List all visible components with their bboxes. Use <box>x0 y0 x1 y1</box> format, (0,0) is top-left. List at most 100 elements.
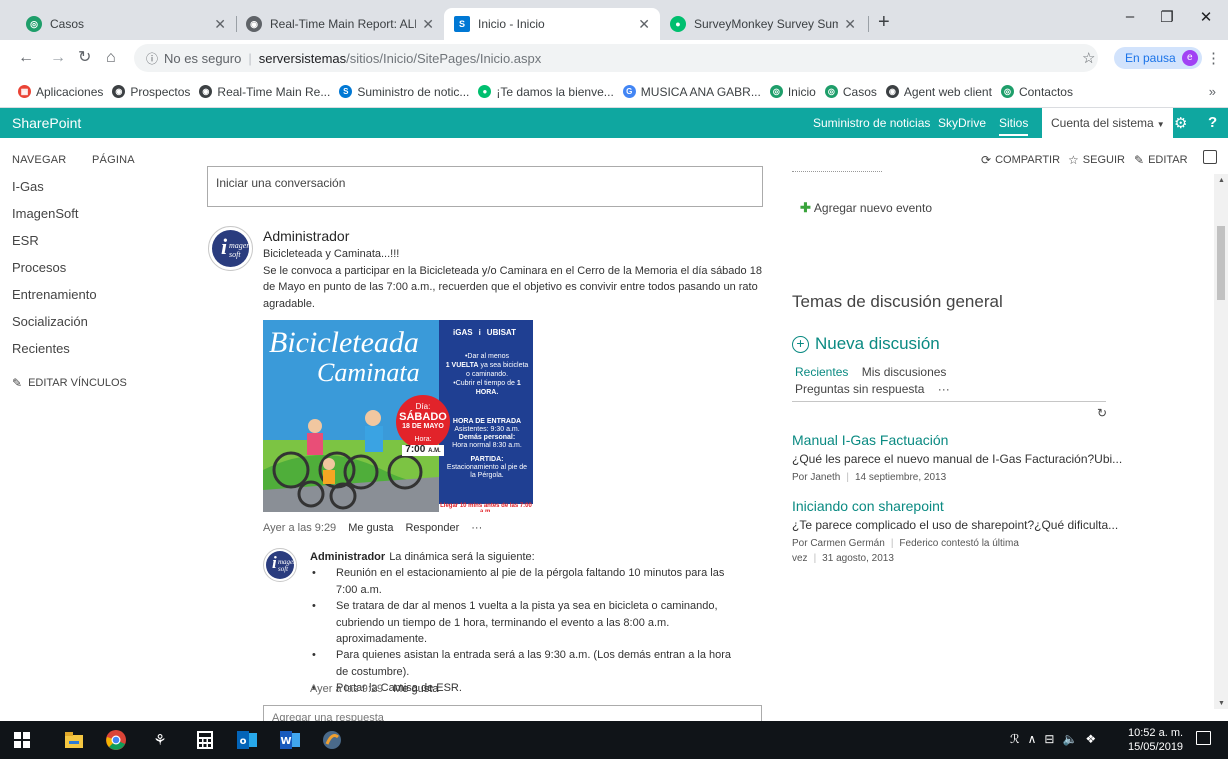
nav-item-igas[interactable]: I-Gas <box>12 174 182 201</box>
show-hidden-icons-icon[interactable]: ∧ <box>1028 732 1037 746</box>
follow-button[interactable]: ☆ SEGUIR <box>1068 153 1125 167</box>
avatar[interactable]: i magen soft <box>208 226 253 271</box>
post-timestamp[interactable]: Ayer a las 9:29 <box>263 522 336 534</box>
view-recent[interactable]: Recientes <box>795 365 848 379</box>
bookmark-item[interactable]: ◎ Inicio <box>769 85 816 99</box>
suite-link-newsfeed[interactable]: Suministro de noticias <box>813 116 930 130</box>
new-discussion-button[interactable]: + Nueva discusión <box>792 334 940 354</box>
bookmark-item[interactable]: ▦ Aplicaciones <box>18 85 103 99</box>
nav-item-socializacion[interactable]: Socialización <box>12 309 182 336</box>
tab-inicio-active[interactable]: S Inicio - Inicio ✕ <box>444 8 660 40</box>
file-explorer-icon[interactable] <box>64 730 84 750</box>
nav-item-imagensoft[interactable]: ImagenSoft <box>12 201 182 228</box>
discussion-author[interactable]: Por Janeth <box>792 472 840 483</box>
event-poster-image[interactable]: Bicicleteada Caminata iGAS i UBISAT •Dar… <box>263 320 533 512</box>
scrollbar-thumb[interactable] <box>1217 226 1225 300</box>
info-icon[interactable]: ⓘ <box>146 50 158 67</box>
bookmark-item[interactable]: G MUSICA ANA GABR... <box>622 85 761 99</box>
reload-icon[interactable]: ↻ <box>78 49 91 67</box>
nav-item-entrenamiento[interactable]: Entrenamiento <box>12 282 182 309</box>
tab-real-time-report[interactable]: ◉ Real-Time Main Report: ALL-ACTI ✕ <box>236 8 444 40</box>
word-icon[interactable]: W <box>280 730 300 750</box>
view-mine[interactable]: Mis discusiones <box>862 365 947 379</box>
share-button[interactable]: ⟳ COMPARTIR <box>981 153 1060 167</box>
bookmark-item[interactable]: S Suministro de notic... <box>339 85 469 99</box>
outlook-icon[interactable]: o <box>237 730 257 750</box>
account-menu[interactable]: Cuenta del sistema ▼ <box>1042 108 1173 138</box>
back-arrow-icon[interactable]: ← <box>18 49 34 67</box>
scroll-down-arrow-icon[interactable]: ▼ <box>1218 700 1225 707</box>
forward-arrow-icon[interactable]: → <box>50 49 66 67</box>
close-window-icon[interactable]: ✕ <box>1196 8 1216 26</box>
restore-icon[interactable]: ❐ <box>1157 8 1177 26</box>
scroll-up-arrow-icon[interactable]: ▲ <box>1218 177 1225 184</box>
url-host: serversistemas <box>258 50 347 66</box>
post-author[interactable]: Administrador <box>263 228 349 244</box>
bookmark-item[interactable]: ● ¡Te damos la bienve... <box>478 85 614 99</box>
like-link[interactable]: Me gusta <box>393 683 438 695</box>
bookmark-item[interactable]: ◎ Contactos <box>1000 85 1073 99</box>
sharepoint-brand[interactable]: SharePoint <box>12 115 81 131</box>
close-tab-icon[interactable]: ✕ <box>214 16 226 33</box>
bookmark-label: Agent web client <box>903 84 992 99</box>
close-tab-icon[interactable]: ✕ <box>638 16 650 33</box>
people-icon[interactable]: ℛ <box>1010 732 1020 746</box>
windows-start-icon[interactable] <box>12 730 32 750</box>
bookmark-star-icon[interactable]: ☆ <box>1082 49 1095 67</box>
add-event-link[interactable]: ✚ Agregar nuevo evento <box>800 200 932 216</box>
refresh-icon[interactable]: ↻ <box>1097 406 1107 420</box>
nav-item-recientes[interactable]: Recientes <box>12 336 182 363</box>
taskbar-clock[interactable]: 10:52 a. m. 15/05/2019 <box>1128 726 1183 754</box>
bookmark-item[interactable]: ◉ Prospectos <box>112 85 190 99</box>
new-tab-plus-icon[interactable]: + <box>878 12 890 32</box>
help-icon[interactable]: ? <box>1208 114 1217 131</box>
bookmarks-overflow-icon[interactable]: » <box>1209 84 1216 99</box>
bookmark-item[interactable]: ◉ Agent web client <box>885 84 992 99</box>
bookmark-item[interactable]: ◎ Casos <box>824 85 877 99</box>
network-icon[interactable]: ⊟ <box>1044 732 1054 746</box>
chrome-icon[interactable] <box>106 730 126 750</box>
notifications-icon[interactable] <box>1196 731 1211 745</box>
volume-icon[interactable]: 🔈 <box>1062 732 1077 746</box>
more-options-icon[interactable]: ··· <box>471 522 482 534</box>
more-views-icon[interactable]: ··· <box>938 382 950 396</box>
address-bar[interactable]: ⓘ No es seguro | serversistemas/sitios/I… <box>134 44 1098 72</box>
app-icon[interactable]: ⚘ <box>150 730 170 750</box>
close-tab-icon[interactable]: ✕ <box>422 16 434 33</box>
nav-item-esr[interactable]: ESR <box>12 228 182 255</box>
gear-icon[interactable]: ⚙ <box>1174 114 1187 132</box>
bookmark-item[interactable]: ◉ Real-Time Main Re... <box>199 85 330 99</box>
tab-surveymonkey[interactable]: ● SurveyMonkey Survey Summary ✕ <box>660 8 866 40</box>
suite-link-sites[interactable]: Sitios <box>999 116 1029 136</box>
tab-navegar[interactable]: NAVEGAR <box>12 154 66 166</box>
calculator-icon[interactable] <box>195 730 215 750</box>
discussion-title[interactable]: Iniciando con sharepoint <box>792 498 944 514</box>
edit-button[interactable]: ✎ EDITAR <box>1134 153 1188 167</box>
focus-content-icon[interactable] <box>1203 150 1217 164</box>
start-conversation-input[interactable]: Iniciar una conversación <box>207 166 763 207</box>
edit-links-button[interactable]: ✎ EDITAR VÍNCULOS <box>12 376 182 390</box>
svg-text:o: o <box>240 736 247 747</box>
suite-link-skydrive[interactable]: SkyDrive <box>938 116 986 130</box>
tab-pagina[interactable]: PÁGINA <box>92 154 135 166</box>
tab-casos[interactable]: ◎ Casos ✕ <box>16 8 236 40</box>
reply-timestamp[interactable]: Ayer a las 9:29 <box>310 683 383 695</box>
reply-link[interactable]: Responder <box>405 522 459 534</box>
home-icon[interactable]: ⌂ <box>106 49 116 67</box>
view-unanswered[interactable]: Preguntas sin respuesta <box>795 382 924 396</box>
poster-hour: 7:00 A.M. <box>402 445 444 456</box>
poster-hour-suffix: A.M. <box>428 448 441 454</box>
discussion-author[interactable]: Por Carmen Germán <box>792 538 885 549</box>
discussion-title[interactable]: Manual I-Gas Factuación <box>792 432 948 448</box>
minimize-icon[interactable]: – <box>1120 8 1140 25</box>
nav-item-procesos[interactable]: Procesos <box>12 255 182 282</box>
avatar[interactable]: i magen soft <box>263 548 297 582</box>
like-link[interactable]: Me gusta <box>348 522 393 534</box>
close-tab-icon[interactable]: ✕ <box>844 16 856 33</box>
reply-author[interactable]: Administrador <box>310 551 385 563</box>
media-icon[interactable] <box>322 730 342 750</box>
profile-paused-button[interactable]: En pausa e <box>1114 47 1202 69</box>
quick-launch-nav: I-Gas ImagenSoft ESR Procesos Entrenamie… <box>12 174 182 390</box>
security-app-icon[interactable]: ❖ <box>1085 732 1096 746</box>
browser-menu-icon[interactable]: ⋮ <box>1206 49 1221 67</box>
